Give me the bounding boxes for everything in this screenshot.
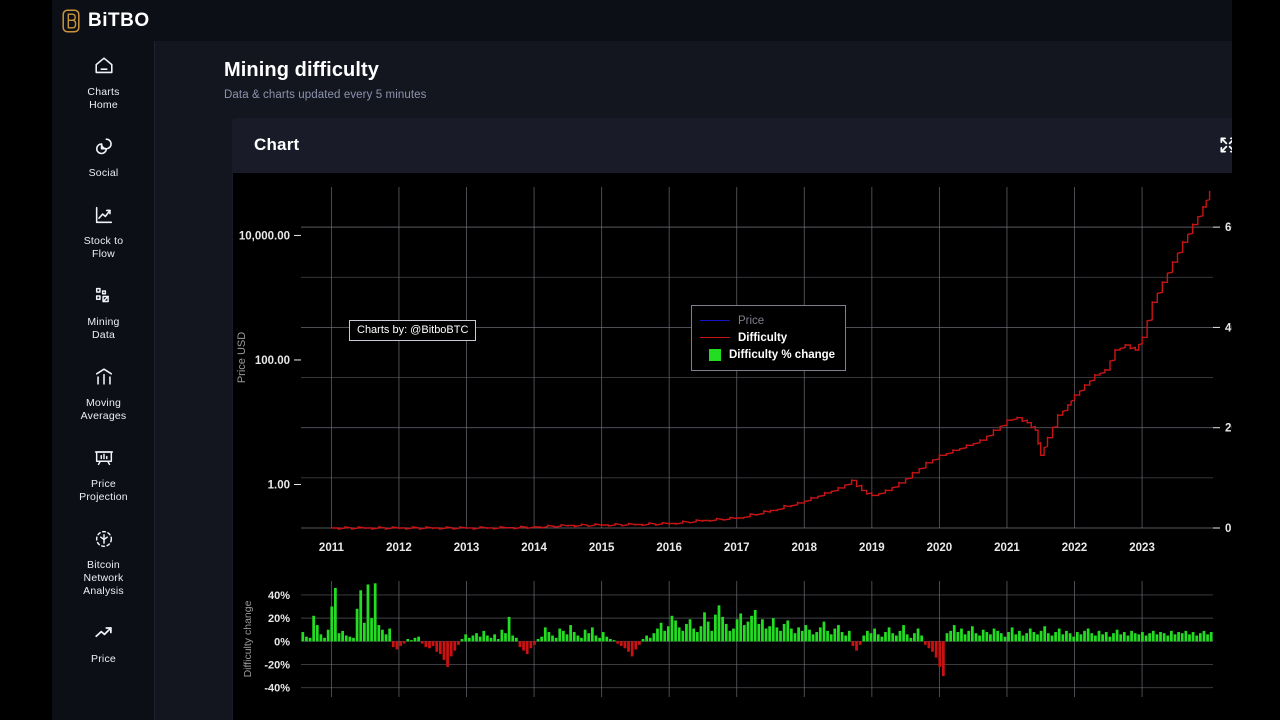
svg-text:2023: 2023: [1129, 542, 1155, 554]
sidebar-item-label: Price: [91, 653, 116, 665]
chart-watermark: Charts by: @BitboBTC: [349, 320, 477, 341]
presentation-chart-icon: [94, 451, 113, 466]
sidebar-item-label: Moving Averages: [80, 397, 127, 422]
line-chart-icon: [95, 206, 112, 224]
svg-text:2018: 2018: [791, 542, 817, 554]
page-frame: BiTBO Charts Home Social Stock to Flow M…: [52, 0, 1232, 720]
page-subtitle: Data & charts updated every 5 minutes: [224, 89, 427, 101]
sidebar-item-social[interactable]: Social: [52, 122, 154, 190]
svg-text:40.0T: 40.0T: [1225, 322, 1232, 334]
legend-label: Price: [738, 314, 765, 327]
svg-text:2017: 2017: [724, 542, 750, 554]
sidebar-nav[interactable]: Charts Home Social Stock to Flow Mining …: [52, 41, 155, 720]
chart-svg: 2011 2012 2013 2014 2015 2016 2017 2018 2019 2020…: [236, 187, 1232, 697]
chart-plot-area[interactable]: 2011 2012 2013 2014 2015 2016 2017 2018 2019 2020…: [233, 173, 1232, 720]
screen-root: BiTBO Charts Home Social Stock to Flow M…: [0, 0, 1280, 720]
legend-swatch-line: [700, 337, 730, 338]
legend-item-price[interactable]: Price: [700, 312, 835, 329]
sidebar-item-price[interactable]: Price: [52, 608, 154, 676]
main-content: Mining difficulty Data & charts updated …: [155, 41, 1232, 720]
sidebar-item-bitcoin-network-analysis[interactable]: Bitcoin Network Analysis: [52, 514, 154, 608]
social-chat-icon: [95, 138, 112, 155]
brand-logo[interactable]: BiTBO: [52, 8, 150, 33]
legend-item-difficulty-pct-change[interactable]: Difficulty % change: [700, 346, 835, 363]
brand-name: BiTBO: [88, 9, 150, 31]
svg-text:2014: 2014: [521, 542, 547, 554]
bitbo-b-logo-icon: [62, 8, 80, 33]
chart-card-title: Chart: [254, 135, 300, 154]
chart-legend[interactable]: Price Difficulty Difficulty % change: [691, 305, 847, 371]
trend-up-arrow-icon: [94, 627, 112, 638]
sidebar-item-label: Mining Data: [87, 316, 120, 341]
svg-text:2016: 2016: [656, 542, 682, 554]
svg-text:2022: 2022: [1062, 542, 1088, 554]
sidebar-item-label: Social: [88, 167, 119, 179]
svg-text:40%: 40%: [268, 590, 290, 602]
sidebar-item-charts-home[interactable]: Charts Home: [52, 41, 154, 122]
svg-text:2021: 2021: [994, 542, 1020, 554]
svg-text:-20%: -20%: [264, 660, 290, 672]
svg-text:60.0T: 60.0T: [1225, 222, 1232, 234]
mining-nodes-icon: [95, 287, 109, 303]
svg-text:Price USD: Price USD: [236, 332, 248, 383]
home-icon: [94, 57, 113, 74]
sidebar-item-moving-averages[interactable]: Moving Averages: [52, 352, 154, 433]
legend-label: Difficulty % change: [729, 348, 836, 361]
svg-text:0%: 0%: [274, 636, 290, 648]
sidebar-item-label: Bitcoin Network Analysis: [83, 559, 124, 597]
network-nodes-icon: [95, 530, 112, 548]
svg-text:20.0T: 20.0T: [1225, 423, 1232, 435]
svg-text:2020: 2020: [927, 542, 953, 554]
svg-text:Difficulty change: Difficulty change: [242, 600, 254, 677]
sidebar-item-stock-to-flow[interactable]: Stock to Flow: [52, 190, 154, 271]
top-bar: BiTBO: [52, 0, 1232, 41]
svg-text:1.00: 1.00: [268, 479, 290, 491]
svg-text:2011: 2011: [319, 542, 345, 554]
svg-text:2012: 2012: [386, 542, 412, 554]
legend-swatch-line: [700, 320, 730, 321]
sidebar-item-label: Stock to Flow: [83, 235, 124, 260]
legend-item-difficulty[interactable]: Difficulty: [700, 329, 835, 346]
sidebar-item-mining-data[interactable]: Mining Data: [52, 271, 154, 352]
svg-text:100.00: 100.00: [255, 355, 290, 367]
expand-fullscreen-icon[interactable]: [1218, 135, 1232, 155]
chart-card-header: Chart: [232, 118, 1232, 173]
bar-averages-icon: [95, 368, 112, 385]
watermark-text: Charts by: @BitboBTC: [357, 324, 469, 336]
svg-text:2019: 2019: [859, 542, 885, 554]
svg-text:20%: 20%: [268, 613, 290, 625]
page-title: Mining difficulty: [224, 59, 380, 81]
sidebar-item-label: Charts Home: [87, 86, 120, 111]
legend-label: Difficulty: [738, 331, 788, 344]
sidebar-item-price-projection[interactable]: Price Projection: [52, 433, 154, 514]
sidebar-item-label: Price Projection: [79, 478, 128, 503]
svg-text:2013: 2013: [454, 542, 480, 554]
legend-swatch-square: [709, 348, 721, 361]
svg-text:10,000.00: 10,000.00: [239, 230, 290, 242]
svg-text:-40%: -40%: [264, 683, 290, 695]
chart-card: Chart 2011 2012 2013 2014 2015 2016 2017 2018 20…: [232, 118, 1232, 720]
svg-text:2015: 2015: [589, 542, 615, 554]
svg-text:0.00: 0.00: [1225, 523, 1232, 535]
